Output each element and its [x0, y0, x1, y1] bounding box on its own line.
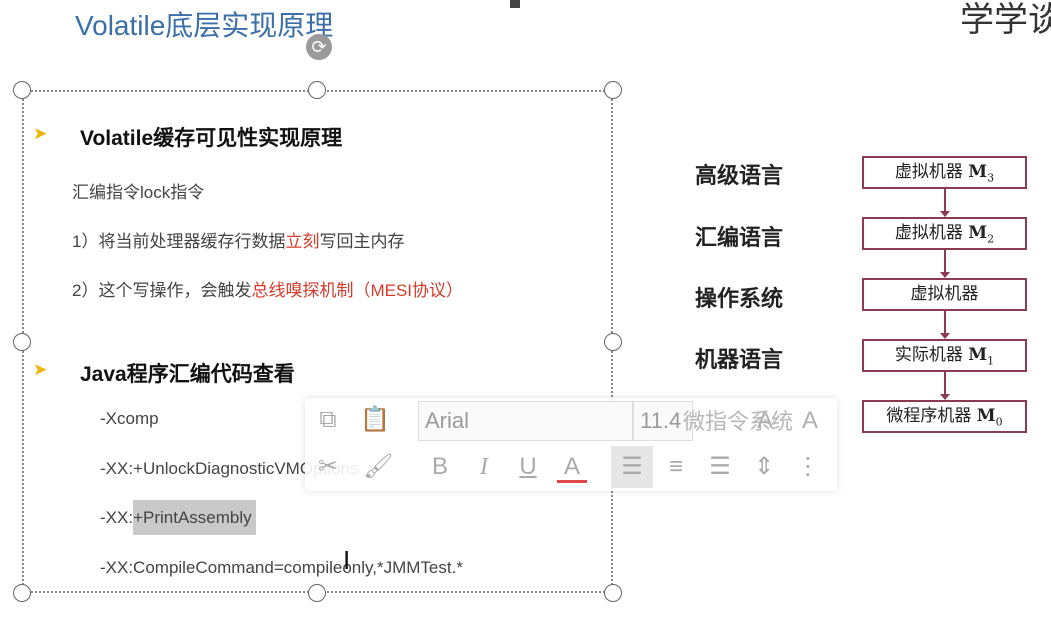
resize-handle-bottom-right[interactable] — [604, 584, 622, 602]
line-text: 写回主内存 — [319, 232, 405, 251]
font-color-icon[interactable]: A — [557, 452, 587, 483]
jvm-option-printassembly[interactable]: -XX:+PrintAssembly — [100, 500, 256, 535]
level-label: 高级语言 — [695, 163, 784, 189]
italic-icon[interactable]: I — [469, 452, 499, 482]
paste-icon[interactable]: 📋 — [360, 405, 390, 435]
mini-format-toolbar: ⧉ 📋 Arial 11.4 微指令系统 A A ✂ 🖌 B I U A ☰ ≡… — [305, 398, 837, 491]
resize-handle-right[interactable] — [604, 333, 622, 351]
machine-box: 虚拟机器 M2 — [862, 217, 1027, 250]
level-label: 机器语言 — [695, 347, 784, 373]
underline-icon[interactable]: U — [513, 452, 543, 482]
resize-handle-top-left[interactable] — [13, 81, 31, 99]
option-text: -Xcomp — [100, 409, 159, 428]
jvm-option-compilecommand[interactable]: -XX:CompileCommand=compileonly,*JMMTest.… — [100, 558, 463, 578]
machine-box: 虚拟机器 M3 — [862, 156, 1027, 189]
top-edge-mark — [510, 0, 520, 8]
arrow-head-icon — [940, 272, 950, 278]
bullet-arrow-icon: ➤ — [33, 360, 48, 379]
option-text: -XX: — [100, 508, 134, 527]
align-left-icon[interactable]: ☰ — [617, 452, 647, 482]
machine-name: 实际机器 — [894, 345, 969, 365]
copy-icon[interactable]: ⧉ — [313, 405, 343, 435]
resize-handle-bottom-left[interactable] — [13, 584, 31, 602]
connector-line — [944, 372, 946, 394]
section1-line-3[interactable]: 2）这个写操作，会触发总线嗅探机制（MESI协议） — [72, 276, 463, 301]
machine-index: 3 — [987, 171, 995, 185]
machine-index: 2 — [987, 232, 995, 246]
level-label: 汇编语言 — [695, 225, 784, 251]
slide-title: Volatile底层实现原理 — [75, 10, 334, 41]
list-icon[interactable]: ⋮ — [793, 452, 823, 482]
align-right-icon[interactable]: ☰ — [705, 452, 735, 482]
machine-name: 虚拟机器 — [894, 162, 969, 182]
bullet-arrow-icon: ➤ — [33, 124, 48, 143]
font-shrink-icon[interactable]: A — [795, 406, 825, 436]
machine-name: 虚拟机器 — [894, 223, 969, 243]
connector-line — [944, 250, 946, 272]
machine-box: 实际机器 M1 — [862, 339, 1027, 372]
format-painter-icon[interactable]: 🖌 — [363, 452, 393, 482]
connector-line — [944, 311, 946, 333]
arrow-head-icon — [940, 394, 950, 400]
text-cursor-icon: I — [343, 545, 351, 575]
arrow-head-icon — [940, 211, 950, 217]
highlight-text-red: 总线嗅探机制（MESI协议） — [251, 281, 464, 300]
font-grow-icon[interactable]: A — [750, 406, 780, 436]
level-label: 操作系统 — [695, 286, 784, 312]
section1-heading[interactable]: Volatile缓存可见性实现原理 — [80, 122, 342, 152]
machine-index: 0 — [995, 415, 1003, 429]
machine-box: 微程序机器 M0 — [862, 400, 1027, 433]
machine-symbol: M — [968, 345, 988, 365]
jvm-option-xcomp[interactable]: -Xcomp — [100, 409, 159, 429]
section1-line-1[interactable]: 汇编指令lock指令 — [72, 178, 204, 203]
machine-symbol: M — [968, 223, 988, 243]
arrow-head-icon — [940, 333, 950, 339]
highlight-text-red: 立刻 — [285, 232, 320, 251]
rotate-handle-icon[interactable]: ⟳ — [306, 34, 332, 60]
line-text: 2）这个写操作，会触发 — [72, 281, 252, 300]
resize-handle-bottom[interactable] — [308, 584, 326, 602]
machine-symbol: M — [968, 162, 988, 182]
bold-icon[interactable]: B — [425, 452, 455, 482]
align-center-icon[interactable]: ≡ — [661, 452, 691, 482]
line-text: 1）将当前处理器缓存行数据 — [72, 232, 286, 251]
section1-line-2[interactable]: 1）将当前处理器缓存行数据立刻写回主内存 — [72, 227, 404, 252]
machine-name: 微程序机器 — [886, 406, 977, 426]
machine-box: 虚拟机器 — [862, 278, 1027, 311]
brand-logo: 学学谈 — [960, 1, 1051, 39]
machine-index: 1 — [987, 354, 995, 368]
resize-handle-left[interactable] — [13, 333, 31, 351]
cut-icon[interactable]: ✂ — [313, 452, 343, 482]
line-text: 汇编指令lock指令 — [72, 183, 205, 202]
option-text: -XX:CompileCommand=compileonly,*JMMTest.… — [100, 558, 463, 577]
connector-line — [944, 189, 946, 211]
resize-handle-top[interactable] — [308, 81, 326, 99]
resize-handle-top-right[interactable] — [604, 81, 622, 99]
font-name-input[interactable]: Arial — [418, 401, 633, 441]
line-spacing-icon[interactable]: ⇕ — [749, 452, 779, 482]
machine-symbol: M — [976, 406, 996, 426]
section2-heading[interactable]: Java程序汇编代码查看 — [80, 358, 295, 388]
machine-name: 虚拟机器 — [910, 284, 979, 304]
selected-text[interactable]: +PrintAssembly — [133, 500, 256, 535]
